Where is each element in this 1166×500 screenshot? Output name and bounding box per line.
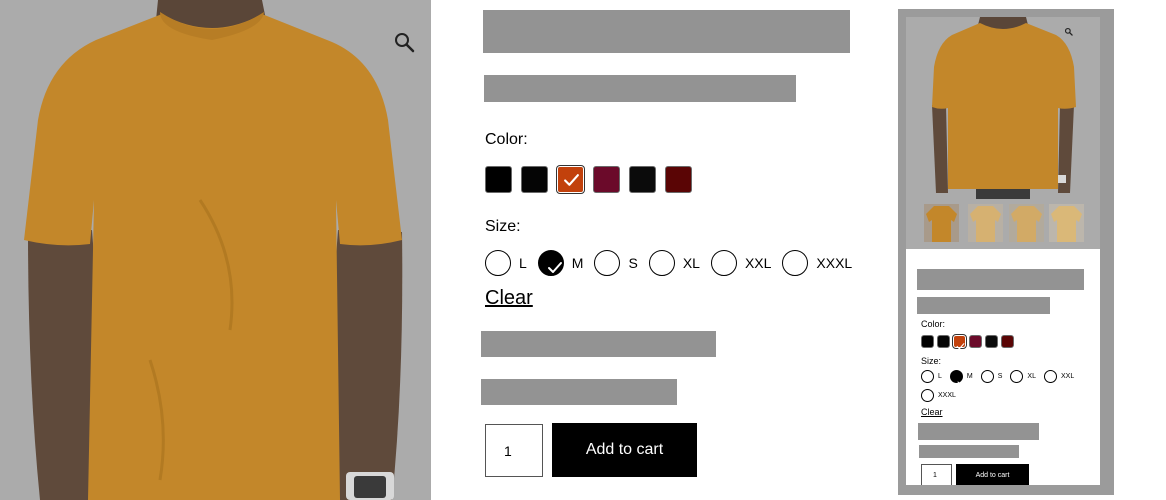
preview-price-placeholder: [917, 297, 1050, 314]
size-radio-m[interactable]: [537, 250, 564, 276]
preview-size-options: L M S XL XXL XXXL: [921, 370, 1086, 402]
checkmark-icon: [957, 379, 965, 385]
thumbnail-3-image: [1009, 204, 1044, 242]
preview-size-option-xxxl[interactable]: XXXL: [921, 389, 956, 402]
zoom-button[interactable]: [392, 30, 418, 56]
preview-color-swatches: [921, 335, 1014, 350]
clear-selection-link[interactable]: Clear: [485, 287, 533, 310]
variation-price-placeholder: [481, 331, 716, 357]
preview-variation-price-placeholder: [918, 423, 1039, 440]
add-to-cart-button[interactable]: Add to cart: [552, 423, 697, 477]
preview-size-label: Size:: [921, 356, 942, 366]
preview-size-label-xxxl: XXXL: [938, 392, 956, 399]
preview-size-label-m: M: [966, 373, 973, 380]
size-radio-s[interactable]: [594, 250, 621, 276]
preview-size-option-m[interactable]: M: [949, 370, 973, 385]
size-radio-l[interactable]: [485, 250, 511, 276]
preview-content: Color: Size: L M S XL XXL XXXL Clear Add to c…: [906, 17, 1100, 485]
thumbnail-2-image: [968, 204, 1003, 242]
preview-size-radio-m[interactable]: [949, 370, 965, 385]
preview-quantity-input[interactable]: [921, 464, 952, 485]
preview-color-label: Color:: [921, 319, 946, 329]
quantity-input[interactable]: [485, 424, 543, 477]
size-option-m[interactable]: M: [537, 250, 584, 276]
size-label-l: L: [519, 255, 527, 271]
preview-size-label-l: L: [938, 373, 942, 380]
preview-size-radio-l[interactable]: [921, 370, 934, 383]
preview-stock-placeholder: [919, 445, 1019, 458]
preview-clear-link[interactable]: Clear: [921, 407, 943, 417]
preview-product-image: [906, 17, 1100, 249]
preview-magnifier-icon[interactable]: [1064, 27, 1074, 37]
preview-add-to-cart-button[interactable]: Add to cart: [956, 464, 1029, 485]
thumbnail-1-image: [924, 204, 959, 242]
preview-color-swatch-maroon[interactable]: [969, 335, 982, 348]
size-radio-xl[interactable]: [648, 250, 675, 276]
checkmark-icon: [564, 174, 579, 186]
color-swatch-dark-red[interactable]: [665, 166, 692, 193]
preview-size-label-xl: XL: [1027, 373, 1036, 380]
magnifier-icon: [395, 33, 415, 53]
color-swatches: [485, 166, 692, 193]
color-swatch-black-2[interactable]: [521, 166, 548, 193]
thumbnail-2[interactable]: [968, 204, 1003, 242]
size-label-m: M: [571, 255, 584, 271]
size-option-l[interactable]: L: [485, 250, 527, 276]
size-option-s[interactable]: S: [594, 250, 638, 276]
size-label: Size:: [485, 218, 521, 235]
preview-color-swatch-black-2[interactable]: [937, 335, 950, 348]
size-radio-xxxl[interactable]: [782, 250, 809, 276]
preview-size-label-s: S: [997, 373, 1003, 380]
preview-title-placeholder: [917, 269, 1084, 290]
preview-size-radio-xxl[interactable]: [1043, 370, 1057, 383]
preview-size-radio-s[interactable]: [980, 370, 994, 383]
preview-size-label-xxl: XXL: [1060, 373, 1075, 380]
color-swatch-black-3[interactable]: [629, 166, 656, 193]
size-option-xxl[interactable]: XXL: [710, 250, 772, 276]
size-label-s: S: [628, 255, 638, 271]
preview-color-swatch-dark-red[interactable]: [1001, 335, 1014, 348]
preview-size-option-s[interactable]: S: [980, 370, 1003, 383]
stock-status-placeholder: [481, 379, 677, 405]
preview-color-swatch-black[interactable]: [921, 335, 934, 348]
color-label: Color:: [485, 131, 528, 148]
size-option-xxxl[interactable]: XXXL: [782, 250, 852, 276]
checkmark-icon: [547, 262, 562, 273]
size-label-xl: XL: [682, 255, 700, 271]
preview-size-option-xxl[interactable]: XXL: [1043, 370, 1075, 383]
preview-panel: Color: Size: L M S XL XXL XXXL Clear Add to c…: [898, 9, 1114, 495]
size-option-xl[interactable]: XL: [648, 250, 700, 276]
product-main-image: [0, 0, 431, 500]
product-price-placeholder: [484, 75, 796, 102]
size-options: L M S XL XXL XXXL: [485, 250, 863, 276]
preview-color-swatch-black-3[interactable]: [985, 335, 998, 348]
color-swatch-black[interactable]: [485, 166, 512, 193]
preview-size-radio-xxxl[interactable]: [921, 389, 934, 402]
checkmark-icon: [956, 343, 965, 350]
size-radio-xxl[interactable]: [710, 250, 737, 276]
thumbnail-4[interactable]: [1049, 204, 1084, 242]
thumbnail-3[interactable]: [1009, 204, 1044, 242]
thumbnail-4-image: [1049, 204, 1084, 242]
color-swatch-orange[interactable]: [557, 166, 584, 193]
tshirt-model-photo: [24, 0, 403, 500]
size-label-xxxl: XXXL: [816, 255, 853, 271]
color-swatch-maroon[interactable]: [593, 166, 620, 193]
preview-size-radio-xl[interactable]: [1010, 370, 1024, 383]
preview-size-option-xl[interactable]: XL: [1010, 370, 1036, 383]
preview-color-swatch-orange[interactable]: [953, 335, 966, 350]
preview-size-option-l[interactable]: L: [921, 370, 942, 383]
size-label-xxl: XXL: [744, 255, 772, 271]
thumbnail-1[interactable]: [924, 204, 959, 242]
product-title-placeholder: [483, 10, 850, 53]
